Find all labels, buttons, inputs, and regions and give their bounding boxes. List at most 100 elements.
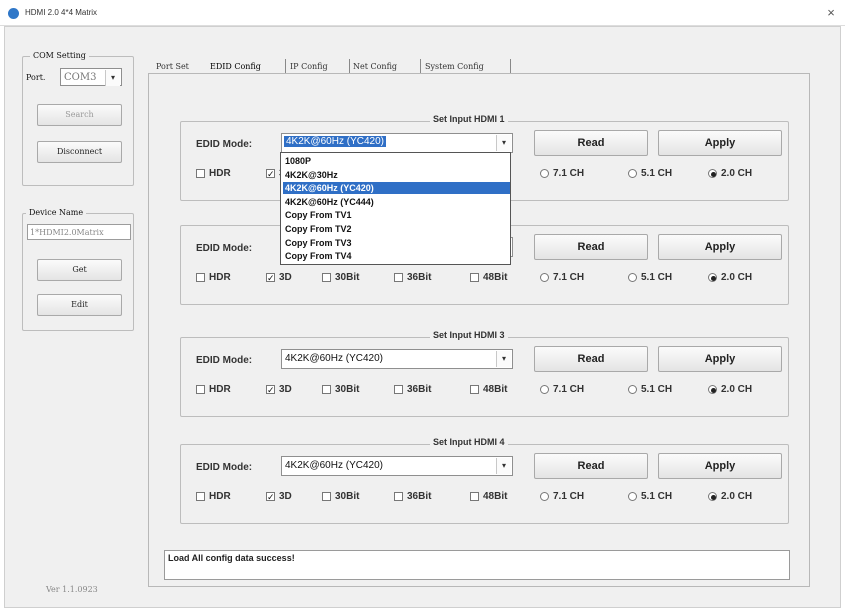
edid-mode-label: EDID Mode: xyxy=(196,243,253,254)
edid-mode-option[interactable]: Copy From TV1 xyxy=(283,209,510,221)
hdr-checkbox-label: HDR xyxy=(209,168,231,179)
edid-mode-dropdown-list[interactable]: 1080P 4K2K@30Hz 4K2K@60Hz (YC420) 4K2K@60Hz… xyxy=(280,152,511,265)
close-icon[interactable]: × xyxy=(824,6,838,20)
30bit-checkbox[interactable] xyxy=(322,273,331,282)
edid-mode-option[interactable]: 1080P xyxy=(283,155,510,167)
3d-checkbox-label: 3D xyxy=(279,384,292,395)
edid-mode-value: 4K2K@60Hz (YC420) xyxy=(285,353,383,364)
7-1ch-radio[interactable] xyxy=(540,273,549,282)
chevron-down-icon[interactable]: ▾ xyxy=(496,458,511,474)
chevron-down-icon[interactable]: ▾ xyxy=(105,70,120,86)
7-1ch-radio[interactable] xyxy=(540,492,549,501)
edid-mode-label: EDID Mode: xyxy=(196,462,253,473)
30bit-checkbox[interactable] xyxy=(322,385,331,394)
48bit-checkbox-label: 48Bit xyxy=(483,491,508,502)
apply-button[interactable]: Apply xyxy=(658,453,782,479)
5-1ch-radio-label: 5.1 CH xyxy=(641,384,673,395)
title-bar xyxy=(0,0,845,26)
edid-mode-label: EDID Mode: xyxy=(196,139,253,150)
get-button[interactable]: Get xyxy=(37,259,122,281)
3d-checkbox[interactable]: ✓ xyxy=(266,273,275,283)
hdr-checkbox[interactable] xyxy=(196,385,205,394)
5-1ch-radio[interactable] xyxy=(628,169,637,178)
2-0ch-radio-label: 2.0 CH xyxy=(721,384,753,395)
tab-net-config[interactable]: Net Config xyxy=(353,62,397,71)
apply-button[interactable]: Apply xyxy=(658,130,782,156)
2-0ch-radio-label: 2.0 CH xyxy=(721,491,753,502)
hdr-checkbox-label: HDR xyxy=(209,491,231,502)
3d-checkbox-label: 3D xyxy=(279,491,292,502)
app-icon xyxy=(8,8,19,19)
tab-port-set[interactable]: Port Set xyxy=(156,62,189,71)
edid-mode-option[interactable]: 4K2K@60Hz (YC420) xyxy=(283,182,510,195)
2-0ch-radio[interactable] xyxy=(708,273,717,282)
hdr-checkbox[interactable] xyxy=(196,273,205,282)
hdr-checkbox-label: HDR xyxy=(209,272,231,283)
2-0ch-radio[interactable] xyxy=(708,385,717,394)
tab-separator xyxy=(510,59,511,73)
device-name-field[interactable]: 1*HDMI2.0Matrix xyxy=(27,224,131,240)
hdr-checkbox[interactable] xyxy=(196,492,205,501)
3d-checkbox[interactable]: ✓ xyxy=(266,492,275,502)
edid-mode-value: 4K2K@60Hz (YC420) xyxy=(284,136,386,147)
read-button[interactable]: Read xyxy=(534,234,648,260)
2-0ch-radio[interactable] xyxy=(708,492,717,501)
36bit-checkbox[interactable] xyxy=(394,385,403,394)
search-button[interactable]: Search xyxy=(37,104,122,126)
36bit-checkbox-label: 36Bit xyxy=(407,491,432,502)
48bit-checkbox[interactable] xyxy=(470,492,479,501)
36bit-checkbox[interactable] xyxy=(394,273,403,282)
version-label: Ver 1.1.0923 xyxy=(46,585,98,594)
port-label: Port. xyxy=(26,73,46,82)
tab-edid-config[interactable]: EDID Config xyxy=(210,62,261,71)
3d-checkbox-label: 3D xyxy=(279,272,292,283)
5-1ch-radio-label: 5.1 CH xyxy=(641,491,673,502)
36bit-checkbox-label: 36Bit xyxy=(407,384,432,395)
edid-group-title: Set Input HDMI 4 xyxy=(430,437,508,447)
48bit-checkbox-label: 48Bit xyxy=(483,384,508,395)
edit-button[interactable]: Edit xyxy=(37,294,122,316)
edid-mode-option[interactable]: Copy From TV2 xyxy=(283,223,510,235)
apply-button[interactable]: Apply xyxy=(658,346,782,372)
read-button[interactable]: Read xyxy=(534,346,648,372)
edid-mode-select[interactable]: 4K2K@60Hz (YC420) ▾ xyxy=(281,133,513,153)
hdr-checkbox[interactable] xyxy=(196,169,205,178)
read-button[interactable]: Read xyxy=(534,130,648,156)
7-1ch-radio[interactable] xyxy=(540,169,549,178)
edid-mode-label: EDID Mode: xyxy=(196,355,253,366)
read-button[interactable]: Read xyxy=(534,453,648,479)
chevron-down-icon[interactable]: ▾ xyxy=(496,351,511,367)
36bit-checkbox[interactable] xyxy=(394,492,403,501)
3d-checkbox[interactable]: ✓ xyxy=(266,385,275,395)
apply-button[interactable]: Apply xyxy=(658,234,782,260)
tab-ip-config[interactable]: IP Config xyxy=(290,62,328,71)
tab-system-config[interactable]: System Config xyxy=(425,62,484,71)
2-0ch-radio-label: 2.0 CH xyxy=(721,272,753,283)
3d-checkbox[interactable]: ✓ xyxy=(266,169,275,179)
7-1ch-radio[interactable] xyxy=(540,385,549,394)
disconnect-button[interactable]: Disconnect xyxy=(37,141,122,163)
30bit-checkbox[interactable] xyxy=(322,492,331,501)
36bit-checkbox-label: 36Bit xyxy=(407,272,432,283)
chevron-down-icon[interactable]: ▾ xyxy=(496,135,511,151)
edid-mode-option[interactable]: 4K2K@60Hz (YC444) xyxy=(283,196,510,208)
status-message: Load All config data success! xyxy=(168,553,295,563)
edid-mode-option[interactable]: 4K2K@30Hz xyxy=(283,169,510,181)
30bit-checkbox-label: 30Bit xyxy=(335,491,360,502)
2-0ch-radio[interactable] xyxy=(708,169,717,178)
5-1ch-radio[interactable] xyxy=(628,385,637,394)
edid-mode-option[interactable]: Copy From TV3 xyxy=(283,237,510,249)
edid-mode-option[interactable]: Copy From TV4 xyxy=(283,250,510,262)
5-1ch-radio[interactable] xyxy=(628,273,637,282)
port-select[interactable]: COM3 ▾ xyxy=(60,68,122,86)
48bit-checkbox[interactable] xyxy=(470,273,479,282)
device-name-title: Device Name xyxy=(26,208,87,217)
edid-mode-select[interactable]: 4K2K@60Hz (YC420) ▾ xyxy=(281,456,513,476)
48bit-checkbox[interactable] xyxy=(470,385,479,394)
edid-mode-select[interactable]: 4K2K@60Hz (YC420) ▾ xyxy=(281,349,513,369)
edid-group-title: Set Input HDMI 1 xyxy=(430,114,508,124)
com-setting-title: COM Setting xyxy=(30,51,89,60)
tab-separator xyxy=(349,59,350,73)
7-1ch-radio-label: 7.1 CH xyxy=(553,168,585,179)
5-1ch-radio[interactable] xyxy=(628,492,637,501)
